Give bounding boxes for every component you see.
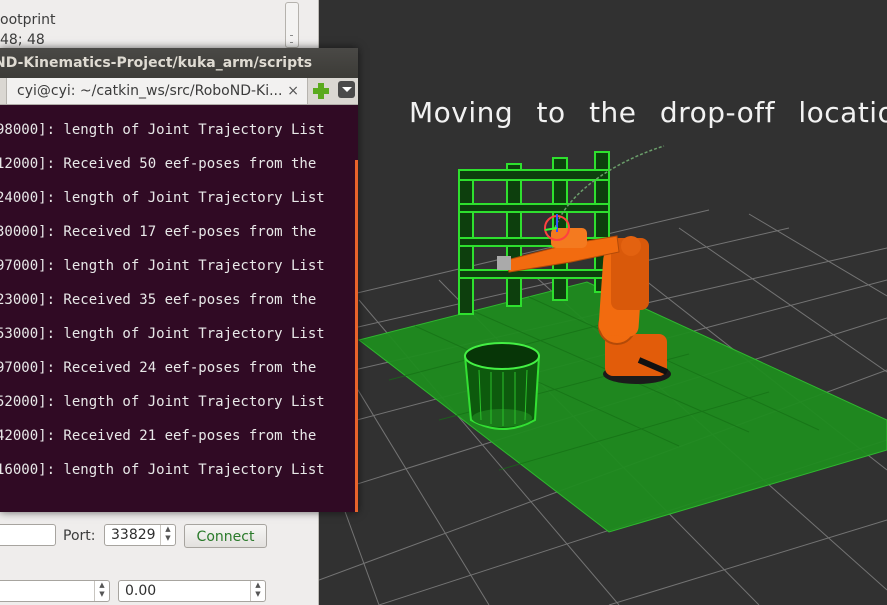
terminal-scrollbar[interactable] [355, 160, 358, 512]
terminal-line: 52000]: length of Joint Trajectory List [0, 394, 325, 410]
left-spinner-icon[interactable]: ▲ ▼ [94, 581, 109, 601]
terminal-line: 42000]: Received 21 eef-poses from the [0, 428, 317, 444]
chevron-down-icon[interactable] [338, 81, 355, 98]
terminal-output[interactable]: 98000]: length of Joint Trajectory List … [0, 105, 352, 512]
status-overlay-text: Moving to the drop-off location [409, 96, 887, 129]
port-spinner-icon[interactable]: ▲ ▼ [160, 525, 175, 545]
terminal-tab-label: cyi@cyi: ~/catkin_ws/src/RoboND-Ki... [17, 83, 283, 99]
terminal-line: 53000]: length of Joint Trajectory List [0, 326, 325, 342]
close-icon[interactable]: × [287, 78, 299, 104]
value-spinner-icon[interactable]: ▲ ▼ [250, 581, 265, 601]
terminal-line: 16000]: length of Joint Trajectory List [0, 462, 325, 478]
rviz-3d-viewport[interactable]: Moving to the drop-off location [319, 0, 887, 605]
host-field[interactable] [0, 524, 56, 546]
terminal-line: 23000]: Received 35 eef-poses from the [0, 292, 317, 308]
drop-off-bin [463, 342, 541, 430]
scene-drawing [319, 145, 887, 605]
terminal-line: 97000]: length of Joint Trajectory List [0, 258, 325, 274]
terminal-tab[interactable]: cyi@cyi: ~/catkin_ws/src/RoboND-Ki... × [6, 78, 308, 104]
value-field[interactable]: 0.00 ▲ ▼ [118, 580, 266, 602]
port-label: Port: [63, 528, 96, 544]
new-tab-icon[interactable] [312, 80, 330, 100]
terminal-line: 24000]: length of Joint Trajectory List [0, 190, 325, 206]
terminal-line: 97000]: Received 24 eef-poses from the [0, 360, 317, 376]
terminal-titlebar[interactable]: ND-Kinematics-Project/kuka_arm/scripts [0, 48, 358, 78]
terminal-tabbar: cyi@cyi: ~/catkin_ws/src/RoboND-Ki... × [0, 78, 358, 105]
property-name: ootprint [0, 12, 56, 28]
value-field-text: 0.00 [125, 583, 157, 599]
terminal-line: 98000]: length of Joint Trajectory List [0, 122, 325, 138]
terminal-line: 30000]: Received 17 eef-poses from the [0, 224, 317, 240]
connect-button[interactable]: Connect [184, 524, 267, 548]
panel-scrollbar[interactable] [285, 2, 299, 48]
port-field[interactable]: 33829 ▲ ▼ [104, 524, 176, 546]
property-value: 48; 48 [0, 32, 45, 48]
port-value: 33829 [111, 527, 156, 543]
left-number-field[interactable]: ▲ ▼ [0, 580, 110, 602]
terminal-window[interactable]: ND-Kinematics-Project/kuka_arm/scripts c… [0, 48, 358, 512]
terminal-line: 12000]: Received 50 eef-poses from the [0, 156, 317, 172]
